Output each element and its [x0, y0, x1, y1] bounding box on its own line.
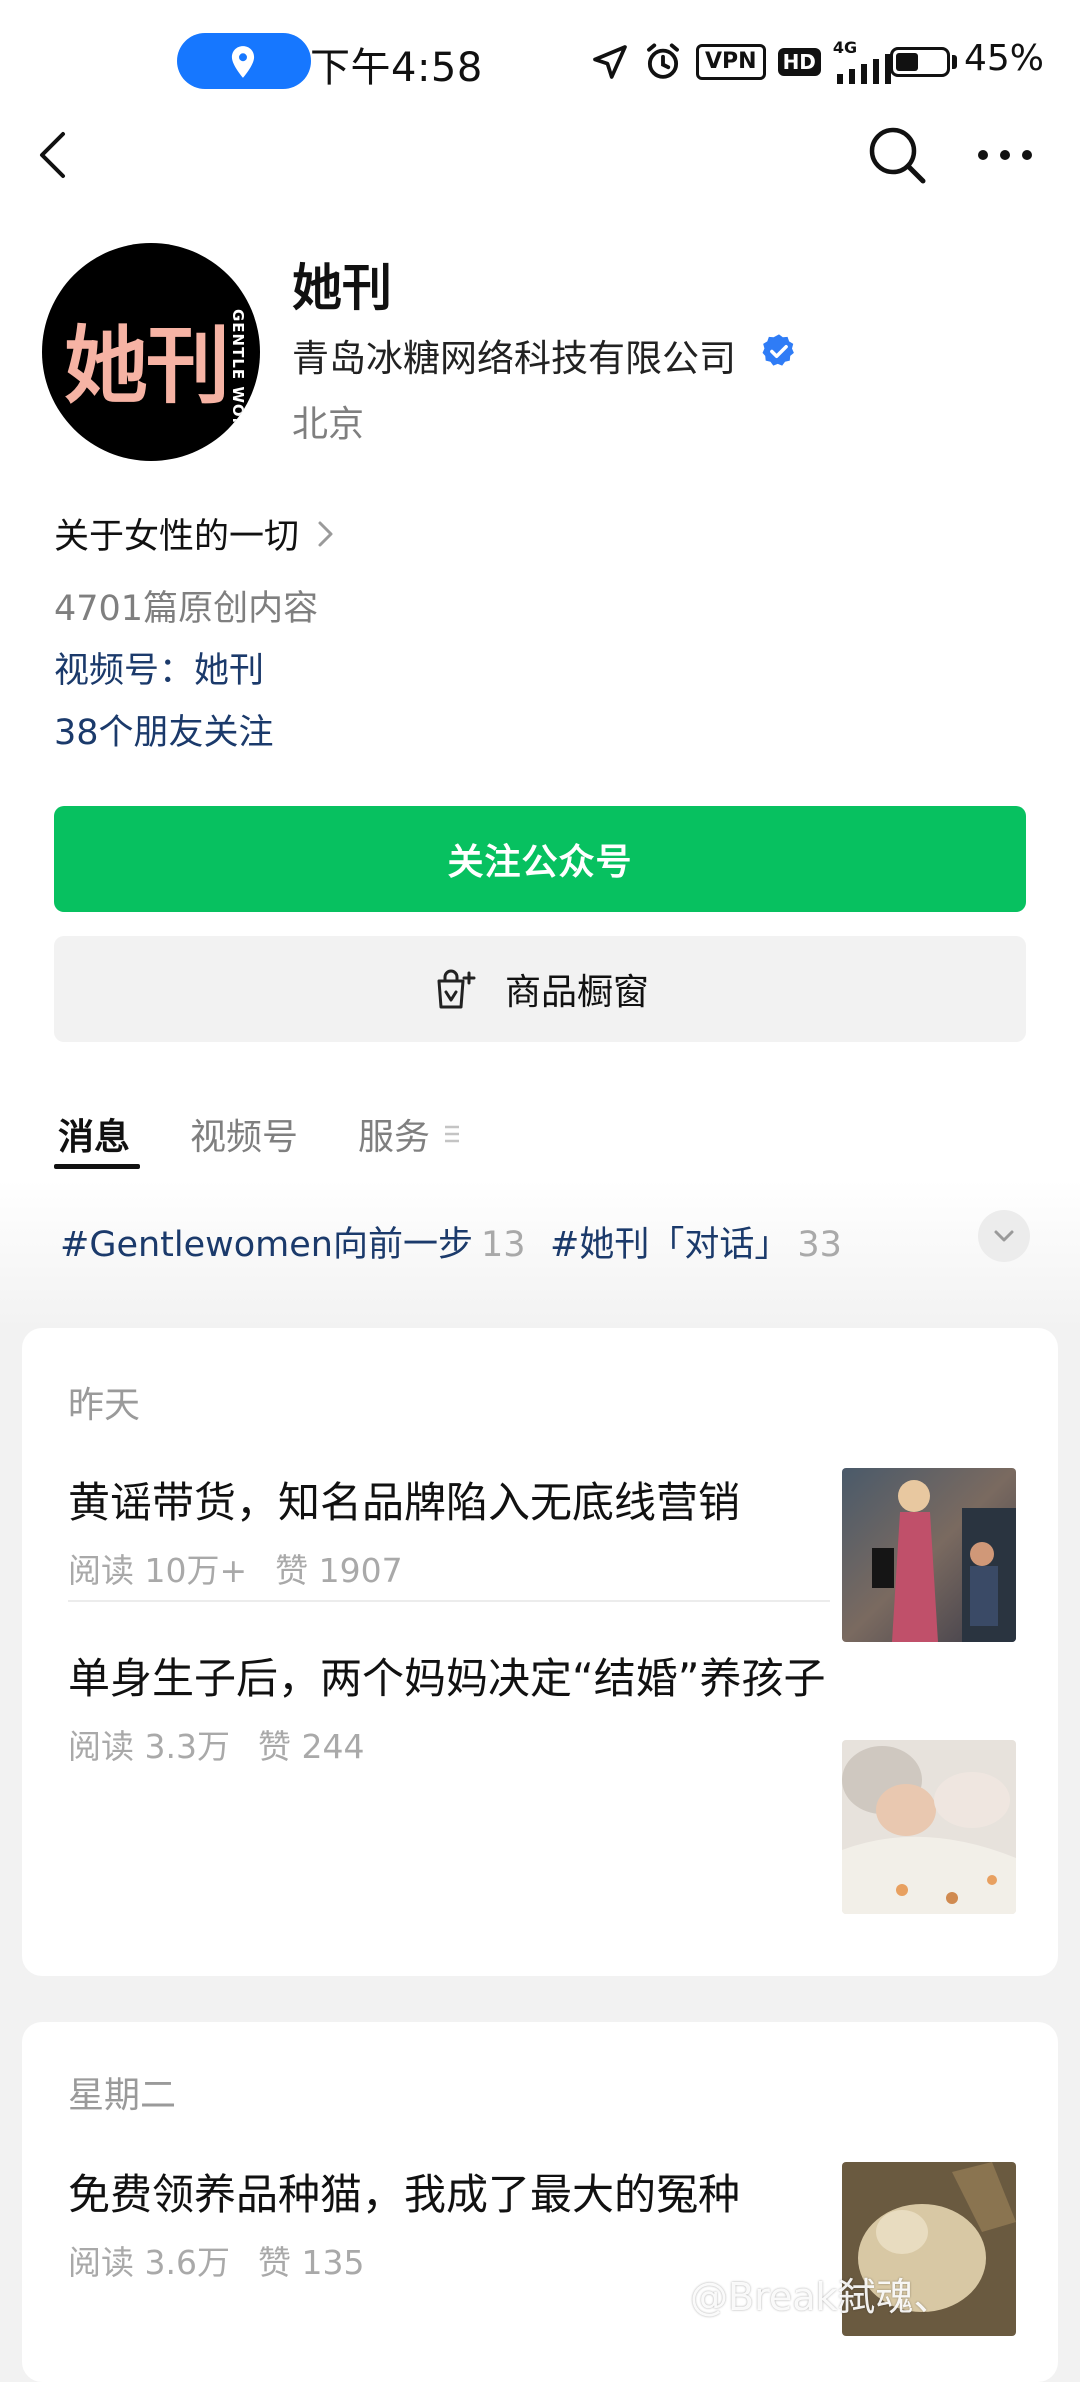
article-likes: 赞 244: [257, 1727, 365, 1766]
avatar-logo-text: 她刊: [64, 317, 230, 415]
feed-card: 昨天 黄谣带货，知名品牌陷入无底线营销 阅读 10万+ 赞 1907 单身生子后，…: [22, 1328, 1058, 1976]
article-thumbnail[interactable]: [842, 1468, 1016, 1642]
more-dots-icon[interactable]: [975, 135, 1035, 175]
shop-window-button[interactable]: 商品橱窗: [54, 936, 1026, 1042]
chevron-down-icon: [994, 1230, 1014, 1242]
article-reads: 阅读 3.3万: [68, 1727, 230, 1766]
follow-button-label: 关注公众号: [447, 842, 633, 883]
account-name: 她刊: [292, 259, 392, 317]
topic-tag-dialogue[interactable]: #她刊「对话」 33: [550, 1216, 842, 1267]
topic-tag-label: #她刊「对话」: [550, 1225, 790, 1265]
article-meta: 阅读 10万+ 赞 1907: [68, 1544, 828, 1592]
article-divider: [68, 1600, 830, 1602]
status-time: 下午4:58: [310, 45, 483, 91]
status-icons: VPN HD 4G: [590, 36, 897, 88]
feed-card: 星期二 免费领养品种猫，我成了最大的冤种 阅读 3.6万赞 135: [22, 2022, 1058, 2382]
signal-indicator: 4G: [833, 38, 897, 84]
battery-icon: [890, 47, 950, 77]
active-tab-indicator: [54, 1164, 140, 1169]
video-channel-link[interactable]: 视频号：她刊: [54, 642, 264, 693]
topic-tag-label: #Gentlewomen向前一步: [60, 1225, 473, 1265]
hd-badge: HD: [777, 48, 821, 76]
chevron-right-icon: [318, 521, 333, 546]
thumbnail-image: [842, 1468, 1016, 1642]
expand-tags-button[interactable]: [978, 1210, 1030, 1262]
article-reads: 阅读 10万+: [68, 1551, 248, 1590]
article-likes: 赞 135: [257, 2243, 365, 2282]
vpn-badge: VPN: [696, 44, 766, 80]
follow-button[interactable]: 关注公众号: [54, 806, 1026, 912]
tab-video-channel[interactable]: 视频号: [190, 1108, 298, 1160]
article-item[interactable]: 黄谣带货，知名品牌陷入无底线营销 阅读 10万+ 赞 1907: [68, 1470, 828, 1592]
shopping-bag-icon: [437, 969, 476, 1009]
menu-lines-icon: [445, 1125, 459, 1143]
tab-messages[interactable]: 消息: [58, 1108, 130, 1160]
article-likes: 赞 1907: [275, 1551, 403, 1590]
status-bar: 下午4:58 VPN HD 4G 45%: [0, 0, 1080, 125]
signal-bars-icon: [836, 54, 891, 84]
back-icon[interactable]: [30, 122, 80, 188]
article-title: 免费领养品种猫，我成了最大的冤种: [68, 2170, 741, 2219]
shop-button-label: 商品橱窗: [504, 972, 649, 1013]
battery-cap: [952, 55, 957, 69]
location-indicator[interactable]: [177, 33, 311, 89]
day-label: 星期二: [68, 2075, 177, 2116]
watermark: @Break弑魂、: [690, 2275, 952, 2319]
article-item[interactable]: 单身生子后，两个妈妈决定“结婚”养孩子 阅读 3.3万赞 244: [68, 1646, 828, 1768]
account-avatar[interactable]: 她刊 GENTLE WOMEN: [42, 243, 260, 461]
company-name[interactable]: 青岛冰糖网络科技有限公司: [292, 328, 736, 382]
friends-follow-link[interactable]: 38个朋友关注: [54, 704, 274, 755]
location-pin-icon: [231, 46, 255, 78]
account-description[interactable]: 关于女性的一切: [54, 508, 335, 559]
tab-services[interactable]: 服务: [358, 1108, 430, 1160]
description-text: 关于女性的一切: [54, 517, 300, 557]
battery-percent: 45%: [964, 38, 1045, 79]
avatar-logo-subtext: GENTLE WOMEN: [229, 309, 247, 459]
account-region: 北京: [292, 404, 365, 445]
original-count: 4701篇原创内容: [54, 589, 319, 629]
battery-level: [896, 53, 918, 71]
article-title: 单身生子后，两个妈妈决定“结婚”养孩子: [68, 1654, 826, 1703]
verified-badge-icon: [762, 334, 794, 366]
article-title: 黄谣带货，知名品牌陷入无底线营销: [68, 1478, 741, 1527]
alarm-icon: [647, 43, 679, 79]
search-icon[interactable]: [866, 124, 928, 186]
day-label: 昨天: [68, 1385, 141, 1426]
thumbnail-image: [842, 1740, 1016, 1914]
navigation-arrow-icon: [593, 45, 627, 79]
article-reads: 阅读 3.6万: [68, 2243, 230, 2282]
article-thumbnail[interactable]: [842, 1740, 1016, 1914]
topic-tag-count: 13: [481, 1225, 526, 1265]
topic-tag-gentlewomen[interactable]: #Gentlewomen向前一步 13: [60, 1216, 526, 1267]
article-meta: 阅读 3.3万赞 244: [68, 1720, 828, 1768]
topic-tag-count: 33: [797, 1225, 842, 1265]
